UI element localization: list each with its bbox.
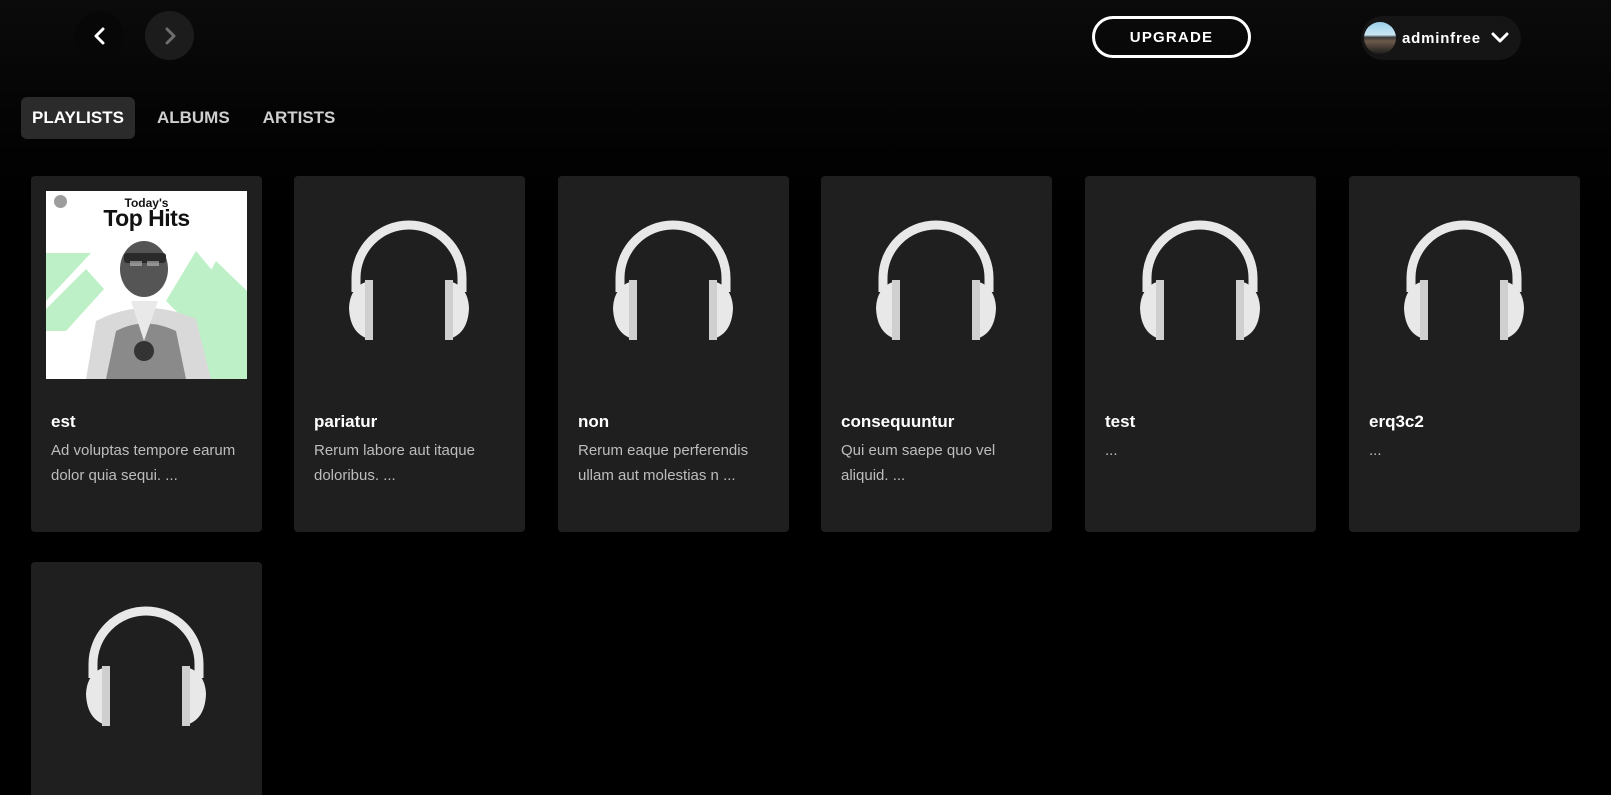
headphones-icon [1140,220,1260,340]
library-tabs: PLAYLISTS ALBUMS ARTISTS [21,97,357,139]
playlist-description: ... [1105,442,1118,459]
user-menu-button[interactable]: adminfree [1361,16,1521,60]
playlist-card[interactable]: test ... [1085,176,1316,532]
tab-albums[interactable]: ALBUMS [146,97,241,139]
tab-playlists[interactable]: PLAYLISTS [21,97,135,139]
tab-artists[interactable]: ARTISTS [252,97,347,139]
playlist-description: ... [1369,442,1382,459]
playlist-card[interactable]: consequuntur Qui eum saepe quo vel aliqu… [821,176,1052,532]
forward-button[interactable] [145,11,194,60]
headphones-icon [86,606,206,726]
playlist-description: Rerum eaque perferendis ullam aut molest… [578,442,749,484]
spotify-logo-icon [54,195,67,208]
headphones-icon [349,220,469,340]
upgrade-button[interactable]: UPGRADE [1092,16,1251,58]
playlist-description: Qui eum saepe quo vel aliquid. ... [841,442,996,484]
chevron-right-icon [165,27,175,44]
playlist-title: pariatur [314,412,378,431]
username: adminfree [1402,29,1481,47]
playlist-description: Rerum labore aut itaque doloribus. ... [314,442,475,484]
avatar [1364,22,1396,54]
playlist-card[interactable]: erq3c2 ... [1349,176,1580,532]
playlist-card[interactable]: pariatur Rerum labore aut itaque dolorib… [294,176,525,532]
playlist-title: test [1105,412,1136,431]
headphones-icon [876,220,996,340]
playlist-title: est [51,412,76,431]
playlist-title: consequuntur [841,412,955,431]
playlist-title: non [578,412,610,431]
playlist-card[interactable]: Today's Top Hits est Ad voluptas tempore… [31,176,262,532]
app-window: UPGRADE adminfree PLAYLISTS ALBUMS ARTIS… [0,0,1611,795]
playlist-card[interactable]: non Rerum eaque perferendis ullam aut mo… [558,176,789,532]
back-button[interactable] [75,11,124,60]
cover-text-big: Top Hits [103,205,190,231]
playlist-description: Ad voluptas tempore earum dolor quia seq… [51,442,236,484]
chevron-left-icon [94,27,104,44]
playlist-card[interactable] [31,562,262,795]
playlist-cover-image: Today's Top Hits [46,191,247,379]
headphones-icon [1404,220,1524,340]
chevron-down-icon [1491,32,1509,44]
playlist-title: erq3c2 [1369,412,1424,431]
headphones-icon [613,220,733,340]
